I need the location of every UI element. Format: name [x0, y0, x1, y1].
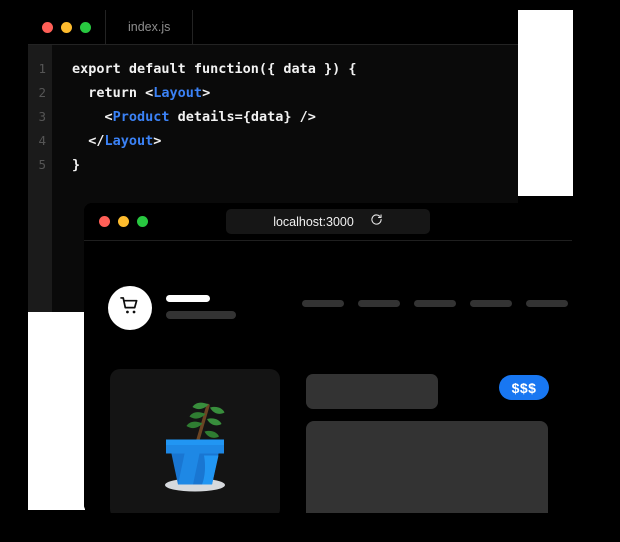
editor-tab-label: index.js	[128, 20, 171, 34]
editor-tab-index-js[interactable]: index.js	[106, 10, 194, 44]
code-token: Layout	[104, 133, 154, 149]
code-token: </	[72, 133, 105, 149]
line-number: 2	[38, 85, 46, 100]
brand-placeholder-line-2	[166, 311, 236, 319]
code-token: <	[72, 109, 113, 125]
white-accent-panel-bottom	[28, 312, 85, 510]
editor-tabstrip-empty	[193, 10, 518, 44]
white-accent-panel-right	[518, 10, 573, 196]
brand-placeholder-line-1	[166, 295, 210, 302]
screenshot-stage: index.js 1 2 3 4 5 export default function({…	[0, 0, 620, 542]
code-token: export default function({ data }) {	[72, 61, 357, 77]
browser-close-button[interactable]	[99, 216, 110, 227]
code-line: <Product details={data} />	[72, 105, 518, 129]
code-token: >	[202, 85, 211, 101]
cart-button[interactable]	[108, 286, 152, 330]
browser-toolbar: localhost:3000	[84, 203, 572, 241]
nav-link-placeholder[interactable]	[470, 300, 512, 307]
browser-preview-window: localhost:3000 $$$	[84, 203, 572, 513]
code-token: Product	[112, 109, 170, 125]
editor-line-number-gutter: 1 2 3 4 5	[28, 45, 52, 312]
browser-viewport: $$$	[84, 241, 572, 513]
code-line: return <Layout>	[72, 81, 518, 105]
code-token: }	[72, 157, 81, 173]
code-line: }	[72, 153, 518, 177]
code-token: return <	[72, 85, 154, 101]
price-badge-text: $$$	[511, 379, 537, 396]
nav-link-placeholder[interactable]	[414, 300, 456, 307]
line-number: 3	[38, 109, 46, 124]
line-number: 4	[38, 133, 46, 148]
product-title-placeholder	[306, 374, 438, 409]
code-line: export default function({ data }) {	[72, 57, 518, 81]
browser-maximize-button[interactable]	[137, 216, 148, 227]
nav-link-placeholder[interactable]	[526, 300, 568, 307]
line-number: 5	[38, 157, 46, 172]
brand-placeholder	[166, 295, 236, 319]
browser-url-text: localhost:3000	[273, 214, 354, 229]
potted-plant-illustration	[152, 386, 238, 503]
code-token: details={data} />	[169, 109, 316, 125]
editor-titlebar: index.js	[28, 10, 518, 45]
line-number: 1	[38, 61, 46, 76]
code-token: >	[153, 133, 162, 149]
browser-minimize-button[interactable]	[118, 216, 129, 227]
nav-link-placeholder[interactable]	[302, 300, 344, 307]
price-badge[interactable]: $$$	[499, 375, 549, 400]
site-header	[84, 286, 572, 332]
editor-minimize-button[interactable]	[61, 21, 72, 33]
code-token: Layout	[153, 85, 203, 101]
browser-window-controls	[84, 216, 148, 227]
product-image-card[interactable]	[110, 369, 280, 513]
code-line: </Layout>	[72, 129, 518, 153]
product-description-placeholder	[306, 421, 548, 513]
nav-link-placeholder[interactable]	[358, 300, 400, 307]
reload-icon[interactable]	[370, 213, 383, 231]
browser-url-bar[interactable]: localhost:3000	[226, 209, 430, 234]
shopping-cart-icon	[119, 295, 141, 322]
editor-close-button[interactable]	[42, 21, 53, 33]
editor-window-controls	[28, 10, 106, 44]
site-nav-links	[302, 300, 568, 307]
editor-maximize-button[interactable]	[80, 21, 91, 33]
